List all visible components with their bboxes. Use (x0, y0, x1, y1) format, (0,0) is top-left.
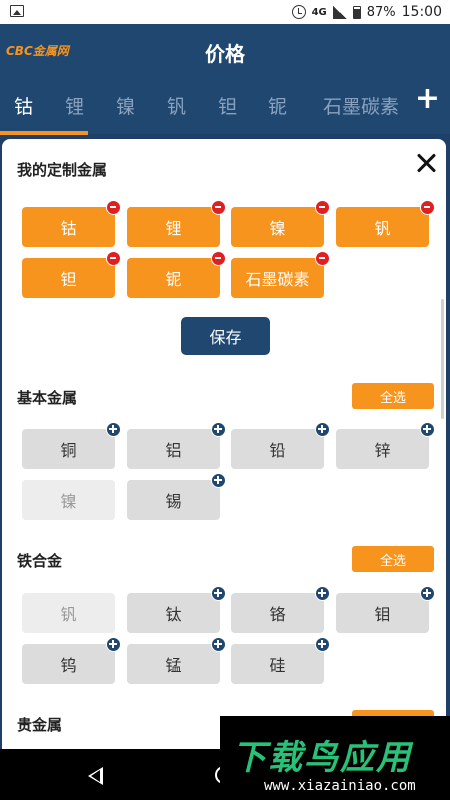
add-icon[interactable] (420, 586, 435, 601)
network-type: 4G (311, 6, 327, 18)
group-title-ferroalloy: 铁合金 (17, 552, 63, 570)
metal-chip[interactable]: 锰 (127, 637, 226, 684)
select-all-button[interactable]: 全选 (352, 546, 434, 572)
tab-lithium[interactable]: 锂 (65, 92, 84, 119)
metal-chip[interactable]: 锡 (127, 473, 226, 520)
chip-label: 钒 (60, 605, 77, 624)
remove-icon[interactable] (211, 251, 226, 266)
alarm-icon (291, 5, 306, 19)
watermark-url: www.xiazainiao.com (264, 778, 416, 794)
metal-chip[interactable]: 铬 (231, 586, 330, 633)
tab-niobium[interactable]: 铌 (268, 92, 287, 119)
chip-label: 铅 (269, 441, 286, 460)
select-all-button[interactable]: 全选 (352, 383, 434, 409)
metal-chip[interactable]: 铝 (127, 422, 226, 469)
add-icon[interactable] (315, 637, 330, 652)
save-button[interactable]: 保存 (181, 317, 270, 355)
chip-label: 铌 (165, 270, 182, 289)
metal-chip[interactable]: 钼 (336, 586, 435, 633)
battery-level: 87% (366, 4, 396, 20)
selected-metal-chip[interactable]: 钒 (336, 200, 435, 247)
chip-label: 锂 (165, 219, 182, 238)
watermark-brand: 下载鸟应用 (232, 738, 412, 778)
add-icon[interactable] (211, 473, 226, 488)
chip-label: 镍 (60, 492, 77, 511)
remove-icon[interactable] (106, 200, 121, 215)
chip-label: 钴 (60, 219, 77, 238)
add-icon[interactable] (315, 586, 330, 601)
metal-chip-added: 镍 (22, 480, 115, 520)
watermark: 下载鸟应用 www.xiazainiao.com (220, 716, 450, 800)
chip-label: 锡 (165, 492, 182, 511)
metal-chip[interactable]: 硅 (231, 637, 330, 684)
metal-chip[interactable]: 铜 (22, 422, 121, 469)
chip-label: 钛 (165, 605, 182, 624)
metal-chip[interactable]: 铅 (231, 422, 330, 469)
metal-chip[interactable]: 钨 (22, 637, 121, 684)
tab-cobalt[interactable]: 钴 (14, 92, 33, 119)
selected-metal-chip[interactable]: 石墨碳素 (231, 251, 330, 298)
selected-metal-chip[interactable]: 钽 (22, 251, 121, 298)
add-icon[interactable] (106, 637, 121, 652)
add-icon[interactable] (211, 586, 226, 601)
signal-icon (332, 5, 347, 19)
selected-metal-chip[interactable]: 锂 (127, 200, 226, 247)
active-tab-indicator (0, 131, 88, 135)
remove-icon[interactable] (106, 251, 121, 266)
remove-icon[interactable] (420, 200, 435, 215)
scrollbar[interactable] (441, 299, 444, 419)
metal-tabs: 钴 锂 镍 钒 钽 铌 石墨碳素 + (0, 78, 450, 134)
customize-panel: 我的定制金属 钴 锂 镍 钒 钽 铌 石墨碳素 保存 基本金属 全选 铜 铝 铅… (2, 139, 446, 749)
chip-label: 钨 (60, 656, 77, 675)
chip-label: 钼 (374, 605, 391, 624)
image-notification-icon (10, 5, 24, 17)
metal-chip[interactable]: 钛 (127, 586, 226, 633)
status-icons: 4G 87% 15:00 (291, 0, 442, 24)
chip-label: 铜 (60, 441, 77, 460)
add-icon[interactable] (211, 637, 226, 652)
selected-metal-chip[interactable]: 镍 (231, 200, 330, 247)
chip-label: 钒 (374, 219, 391, 238)
selected-metal-chip[interactable]: 铌 (127, 251, 226, 298)
remove-icon[interactable] (315, 200, 330, 215)
chip-label: 石墨碳素 (245, 270, 310, 289)
selected-metal-chip[interactable]: 钴 (22, 200, 121, 247)
add-icon[interactable] (211, 422, 226, 437)
custom-metals-title: 我的定制金属 (17, 161, 108, 179)
add-icon[interactable] (315, 422, 330, 437)
chip-label: 锰 (165, 656, 182, 675)
status-bar: 4G 87% 15:00 (0, 0, 450, 24)
metal-chip-added: 钒 (22, 593, 115, 633)
chip-label: 铬 (269, 605, 286, 624)
back-icon[interactable] (88, 767, 103, 785)
battery-icon (352, 5, 361, 19)
chip-label: 锌 (374, 441, 391, 460)
tab-vanadium[interactable]: 钒 (167, 92, 186, 119)
chip-label: 镍 (269, 219, 286, 238)
add-icon[interactable] (420, 422, 435, 437)
tab-graphite[interactable]: 石墨碳素 (323, 92, 399, 119)
tab-tantalum[interactable]: 钽 (218, 92, 237, 119)
metal-chip[interactable]: 锌 (336, 422, 435, 469)
chip-label: 硅 (269, 656, 286, 675)
remove-icon[interactable] (211, 200, 226, 215)
group-title-precious-metals: 贵金属 (17, 716, 63, 734)
add-tab-icon[interactable]: + (415, 84, 440, 114)
add-icon[interactable] (106, 422, 121, 437)
remove-icon[interactable] (315, 251, 330, 266)
tab-nickel[interactable]: 镍 (116, 92, 135, 119)
close-icon[interactable] (414, 151, 438, 175)
chip-label: 钽 (60, 270, 77, 289)
chip-label: 铝 (165, 441, 182, 460)
page-title: 价格 (205, 42, 245, 66)
status-time: 15:00 (401, 4, 442, 20)
app-header: CBC金属网 价格 (0, 24, 450, 78)
group-title-basic-metals: 基本金属 (17, 389, 78, 407)
